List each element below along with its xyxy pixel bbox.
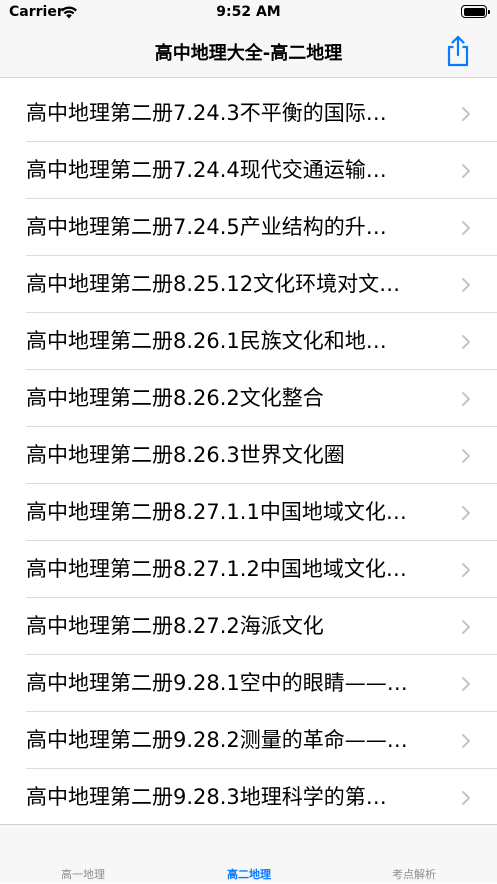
tab-exam-points[interactable]: 考点解析 <box>331 825 497 884</box>
status-bar: Carrier 9:52 AM <box>0 0 497 26</box>
list-item-label: 高中地理第二册9.28.3地理科学的第… <box>26 785 387 809</box>
chevron-right-icon <box>462 563 470 577</box>
list-item[interactable]: 高中地理第二册7.24.5产业结构的升… <box>0 199 497 256</box>
tab-grade-11-geography[interactable]: 高二地理 <box>166 825 332 884</box>
chevron-right-icon <box>462 221 470 235</box>
chevron-right-icon <box>462 107 470 121</box>
list-item-label: 高中地理第二册7.24.4现代交通运输… <box>26 158 387 182</box>
list-item[interactable]: 高中地理第二册8.26.1民族文化和地… <box>0 313 497 370</box>
tab-grade-10-geography[interactable]: 高一地理 <box>0 825 166 884</box>
chapter-list: 高中地理第二册7.24.3不平衡的国际… 高中地理第二册7.24.4现代交通运输…… <box>0 79 497 824</box>
navigation-bar: 高中地理大全-高二地理 <box>0 26 497 78</box>
list-item[interactable]: 高中地理第二册9.28.2测量的革命——… <box>0 712 497 769</box>
battery-icon <box>461 5 490 18</box>
list-item[interactable]: 高中地理第二册8.25.12文化环境对文… <box>0 256 497 313</box>
tab-label: 高二地理 <box>227 868 271 881</box>
list-item[interactable]: 高中地理第二册9.28.3地理科学的第… <box>0 769 497 824</box>
list-item-label: 高中地理第二册9.28.2测量的革命——… <box>26 728 408 752</box>
share-button[interactable] <box>443 34 473 68</box>
list-item-label: 高中地理第二册8.26.1民族文化和地… <box>26 329 387 353</box>
list-item[interactable]: 高中地理第二册8.26.2文化整合 <box>0 370 497 427</box>
list-item-label: 高中地理第二册8.27.2海派文化 <box>26 614 324 638</box>
list-item[interactable]: 高中地理第二册8.26.3世界文化圈 <box>0 427 497 484</box>
tab-label: 考点解析 <box>392 868 436 881</box>
clock: 9:52 AM <box>216 4 281 20</box>
list-item[interactable]: 高中地理第二册8.27.1.2中国地域文化… <box>0 541 497 598</box>
chevron-right-icon <box>462 734 470 748</box>
list-item[interactable]: 高中地理第二册8.27.1.1中国地域文化… <box>0 484 497 541</box>
list-item[interactable]: 高中地理第二册8.27.2海派文化 <box>0 598 497 655</box>
chevron-right-icon <box>462 278 470 292</box>
page-title: 高中地理大全-高二地理 <box>154 43 343 64</box>
chevron-right-icon <box>462 449 470 463</box>
list-item-label: 高中地理第二册7.24.5产业结构的升… <box>26 215 387 239</box>
list-item-label: 高中地理第二册8.27.1.1中国地域文化… <box>26 500 407 524</box>
tab-bar: 高一地理 高二地理 考点解析 <box>0 824 497 883</box>
chevron-right-icon <box>462 392 470 406</box>
tab-label: 高一地理 <box>61 868 105 881</box>
list-item-label: 高中地理第二册8.27.1.2中国地域文化… <box>26 557 407 581</box>
list-item[interactable]: 高中地理第二册7.24.3不平衡的国际… <box>0 85 497 142</box>
share-icon <box>447 35 469 67</box>
list-item-label: 高中地理第二册8.26.3世界文化圈 <box>26 443 345 467</box>
chevron-right-icon <box>462 335 470 349</box>
chevron-right-icon <box>462 677 470 691</box>
list-item[interactable]: 高中地理第二册9.28.1空中的眼睛——… <box>0 655 497 712</box>
list-item-label: 高中地理第二册8.26.2文化整合 <box>26 386 324 410</box>
list-item[interactable]: 高中地理第二册7.24.4现代交通运输… <box>0 142 497 199</box>
chevron-right-icon <box>462 506 470 520</box>
chevron-right-icon <box>462 620 470 634</box>
chevron-right-icon <box>462 164 470 178</box>
list-item-label: 高中地理第二册9.28.1空中的眼睛——… <box>26 671 408 695</box>
list-item-label: 高中地理第二册7.24.3不平衡的国际… <box>26 101 387 125</box>
list-item-label: 高中地理第二册8.25.12文化环境对文… <box>26 272 401 296</box>
chevron-right-icon <box>462 791 470 805</box>
